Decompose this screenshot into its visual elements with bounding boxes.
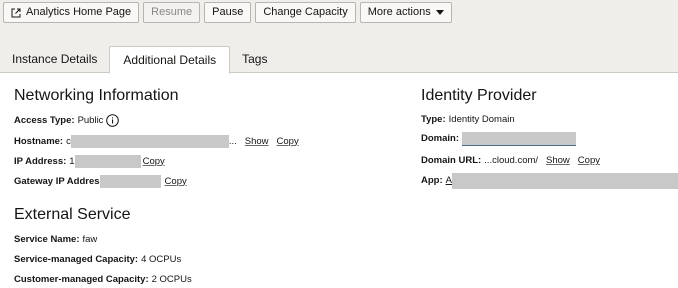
additional-details-panel: Networking Information Access Type: Publ…	[0, 74, 678, 288]
ip-address-redaction	[74, 155, 141, 168]
gateway-ip-row: Gateway IP Addres Copy	[14, 175, 187, 188]
identity-provider-title: Identity Provider	[421, 87, 537, 104]
service-name-label: Service Name:	[14, 234, 80, 245]
service-name-value: faw	[82, 234, 98, 245]
domain-url-row: Domain URL: ...cloud.com/ Show Copy	[421, 155, 600, 167]
app-label: App:	[421, 175, 443, 186]
ip-address-label: IP Address:	[14, 155, 67, 167]
hostname-ellipsis: ...	[228, 135, 237, 147]
external-link-icon	[11, 8, 21, 18]
domain-row: Domain:	[421, 132, 576, 146]
domain-label: Domain:	[421, 133, 459, 144]
action-toolbar: Analytics Home Page Resume Pause Change …	[3, 2, 452, 23]
analytics-home-page-button[interactable]: Analytics Home Page	[3, 2, 140, 23]
more-actions-label: More actions	[367, 6, 431, 18]
pause-label: Pause	[212, 6, 244, 18]
change-capacity-button[interactable]: Change Capacity	[255, 2, 356, 23]
change-capacity-label: Change Capacity	[263, 6, 348, 18]
gateway-ip-copy-link[interactable]: Copy	[165, 176, 187, 188]
service-capacity-label: Service-managed Capacity:	[14, 254, 139, 265]
hostname-redaction	[70, 135, 229, 148]
tab-instance-details[interactable]: Instance Details	[0, 46, 109, 73]
service-capacity-value: 4 OCPUs	[141, 254, 182, 265]
app-redaction	[451, 173, 678, 189]
resume-button[interactable]: Resume	[143, 2, 201, 23]
resume-label: Resume	[151, 6, 193, 18]
access-type-value: Public	[77, 114, 104, 126]
identity-type-row: Type: Identity Domain	[421, 114, 515, 126]
hostname-row: Hostname: c ... Show Copy	[14, 135, 299, 148]
gateway-ip-label: Gateway IP Addres	[14, 175, 100, 187]
customer-capacity-row: Customer-managed Capacity: 2 OCPUs	[14, 274, 192, 286]
identity-type-value: Identity Domain	[448, 114, 515, 125]
analytics-home-page-label: Analytics Home Page	[26, 6, 132, 18]
customer-capacity-label: Customer-managed Capacity:	[14, 274, 149, 285]
service-name-row: Service Name: faw	[14, 234, 97, 246]
access-type-label: Access Type:	[14, 114, 75, 126]
customer-capacity-value: 2 OCPUs	[151, 274, 192, 285]
detail-tabs: Instance Details Additional Details Tags	[0, 46, 279, 74]
hostname-copy-link[interactable]: Copy	[277, 136, 299, 148]
info-circle-icon[interactable]	[106, 114, 120, 127]
app-row: App: A	[421, 173, 678, 189]
header-band: Analytics Home Page Resume Pause Change …	[0, 0, 678, 74]
networking-title: Networking Information	[14, 87, 179, 104]
hostname-label: Hostname:	[14, 135, 64, 147]
pause-button[interactable]: Pause	[204, 2, 252, 23]
access-type-row: Access Type: Public	[14, 114, 120, 127]
domain-url-value: ...cloud.com/	[484, 155, 539, 166]
ip-address-row: IP Address: 1 Copy	[14, 155, 165, 168]
ip-address-copy-link[interactable]: Copy	[143, 156, 165, 168]
more-actions-button[interactable]: More actions	[359, 2, 452, 23]
gateway-ip-redaction	[99, 175, 161, 188]
domain-url-copy-link[interactable]: Copy	[578, 155, 600, 167]
external-service-title: External Service	[14, 206, 131, 223]
tab-tags[interactable]: Tags	[230, 46, 279, 73]
domain-url-label: Domain URL:	[421, 155, 482, 166]
domain-url-show-link[interactable]: Show	[546, 155, 570, 167]
tab-additional-details[interactable]: Additional Details	[109, 46, 231, 74]
identity-type-label: Type:	[421, 114, 446, 125]
service-capacity-row: Service-managed Capacity: 4 OCPUs	[14, 254, 181, 266]
domain-redaction-link[interactable]	[462, 132, 576, 146]
hostname-show-link[interactable]: Show	[245, 136, 269, 148]
caret-down-icon	[435, 10, 444, 15]
